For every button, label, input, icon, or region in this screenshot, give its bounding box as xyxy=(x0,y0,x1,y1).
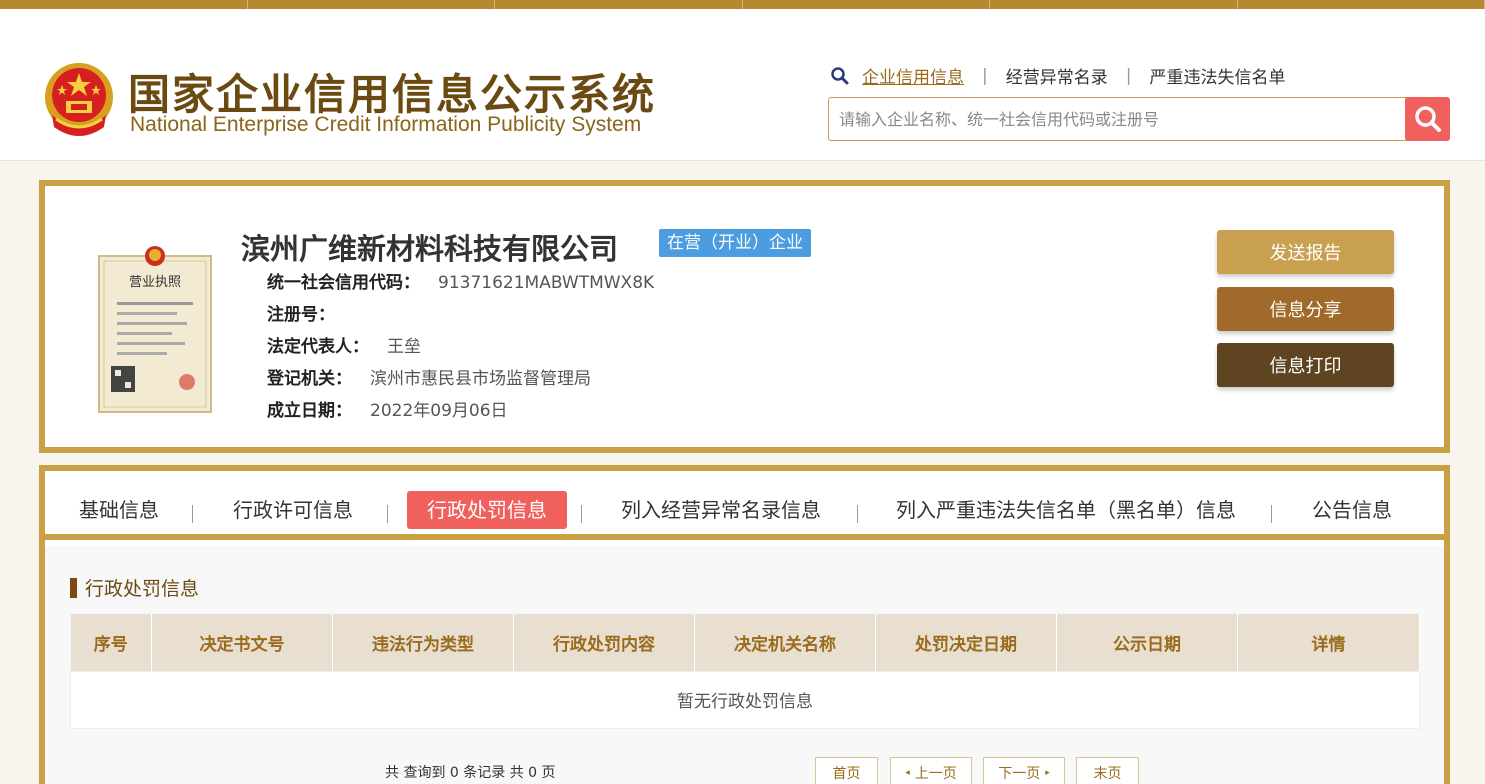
send-report-button[interactable]: 发送报告 xyxy=(1217,230,1394,274)
quicklink-separator: | xyxy=(1125,65,1132,86)
tab-panel: 基础信息 行政许可信息 行政处罚信息 列入经营异常名录信息 列入严重违法失信名单… xyxy=(39,465,1450,784)
company-card: 营业执照 滨州广维新材料科技有限公司 在营（开业）企业 统一社会信用代码： 913… xyxy=(39,180,1450,453)
pagination-summary: 共 查询到 0 条记录 共 0 页 xyxy=(385,765,556,781)
tab-separator xyxy=(192,505,193,523)
caret-left-icon: ◂ xyxy=(905,768,910,778)
tab-blacklist[interactable]: 列入严重违法失信名单（黑名单）信息 xyxy=(896,491,1236,529)
tab-basic-info[interactable]: 基础信息 xyxy=(79,491,159,529)
share-info-button[interactable]: 信息分享 xyxy=(1217,287,1394,331)
table-header-row: 序号 决定书文号 违法行为类型 行政处罚内容 决定机关名称 处罚决定日期 公示日… xyxy=(70,614,1420,671)
quicklink-abnormal-list[interactable]: 经营异常名录 xyxy=(1006,63,1108,88)
next-page-button[interactable]: 下一页 ▸ xyxy=(983,757,1065,784)
penalty-section: 行政处罚信息 序号 决定书文号 违法行为类型 行政处罚内容 决定机关名称 处罚决… xyxy=(45,546,1444,784)
column-header: 违法行为类型 xyxy=(332,614,514,671)
search-icon xyxy=(1414,106,1441,132)
caret-right-icon: ▸ xyxy=(1045,768,1050,778)
site-header: 国家企业信用信息公示系统 National Enterprise Credit … xyxy=(0,9,1485,161)
info-label: 注册号： xyxy=(267,305,335,325)
info-registration-number: 注册号： xyxy=(267,300,353,325)
section-title-text: 行政处罚信息 xyxy=(85,578,200,600)
column-header: 行政处罚内容 xyxy=(513,614,695,671)
column-header: 决定机关名称 xyxy=(694,614,876,671)
quicklink-separator: | xyxy=(982,65,988,86)
site-subtitle: National Enterprise Credit Information P… xyxy=(130,113,642,136)
info-establishment-date: 成立日期： 2022年09月06日 xyxy=(267,396,508,421)
column-header: 公示日期 xyxy=(1056,614,1238,671)
info-value: 2022年09月06日 xyxy=(370,401,508,421)
empty-message: 暂无行政处罚信息 xyxy=(70,670,1420,729)
company-name: 滨州广维新材料科技有限公司 xyxy=(241,232,619,266)
magnifier-icon xyxy=(831,66,849,84)
prev-page-label: 上一页 xyxy=(914,766,957,782)
tab-separator xyxy=(581,505,582,523)
search-button[interactable] xyxy=(1405,97,1450,141)
tab-announcements[interactable]: 公告信息 xyxy=(1312,491,1392,529)
tab-abnormal-list[interactable]: 列入经营异常名录信息 xyxy=(621,491,821,529)
column-header: 详情 xyxy=(1237,614,1420,671)
section-title: 行政处罚信息 xyxy=(70,574,199,601)
section-title-marker xyxy=(70,577,77,598)
info-value: 91371621MABWTMWX8K xyxy=(438,273,655,293)
quicklink-credit-info[interactable]: 企业信用信息 xyxy=(862,63,964,88)
tab-bar: 基础信息 行政许可信息 行政处罚信息 列入经营异常名录信息 列入严重违法失信名单… xyxy=(45,471,1444,540)
print-info-button[interactable]: 信息打印 xyxy=(1217,343,1394,387)
tab-admin-license[interactable]: 行政许可信息 xyxy=(233,491,353,529)
quicklink-blacklist[interactable]: 严重违法失信名单 xyxy=(1149,63,1285,88)
last-page-button[interactable]: 末页 xyxy=(1076,757,1139,784)
business-license-image: 营业执照 xyxy=(98,246,212,413)
info-label: 成立日期： xyxy=(267,401,352,421)
svg-text:营业执照: 营业执照 xyxy=(129,275,181,290)
tab-admin-penalty[interactable]: 行政处罚信息 xyxy=(407,491,567,529)
top-decorative-bar xyxy=(0,0,1485,9)
penalty-table: 序号 决定书文号 违法行为类型 行政处罚内容 决定机关名称 处罚决定日期 公示日… xyxy=(70,614,1420,729)
column-header: 决定书文号 xyxy=(151,614,333,671)
info-label: 登记机关： xyxy=(267,369,352,389)
tab-separator xyxy=(857,505,858,523)
column-header: 处罚决定日期 xyxy=(875,614,1057,671)
quick-links: 企业信用信息 | 经营异常名录 | 严重违法失信名单 xyxy=(830,63,1285,88)
table-row: 暂无行政处罚信息 xyxy=(70,670,1420,729)
next-page-label: 下一页 xyxy=(998,766,1041,782)
status-badge: 在营（开业）企业 xyxy=(659,229,811,257)
first-page-button[interactable]: 首页 xyxy=(815,757,878,784)
prev-page-button[interactable]: ◂ 上一页 xyxy=(890,757,972,784)
column-header: 序号 xyxy=(70,614,152,671)
info-credit-code: 统一社会信用代码： 91371621MABWTMWX8K xyxy=(267,268,654,293)
info-value: 滨州市惠民县市场监督管理局 xyxy=(370,369,591,389)
info-value: 王垒 xyxy=(387,337,421,357)
tab-separator xyxy=(1271,505,1272,523)
national-emblem-icon xyxy=(45,63,113,136)
info-legal-representative: 法定代表人： 王垒 xyxy=(267,332,421,357)
info-label: 法定代表人： xyxy=(267,337,369,357)
license-caption: 营业执照 xyxy=(129,275,181,290)
tab-separator xyxy=(387,505,388,523)
info-registration-authority: 登记机关： 滨州市惠民县市场监督管理局 xyxy=(267,364,591,389)
info-label: 统一社会信用代码： xyxy=(267,273,420,293)
search-input[interactable] xyxy=(828,97,1408,141)
